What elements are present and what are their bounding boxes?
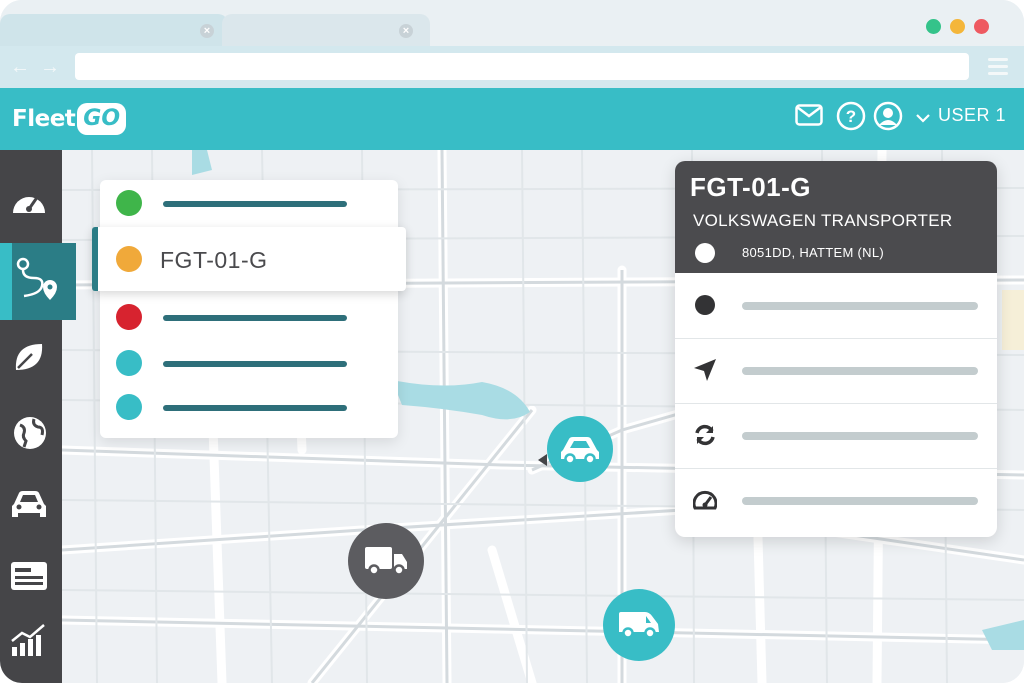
detail-value-placeholder [742, 432, 978, 440]
detail-row-speed [675, 468, 997, 533]
globe-icon[interactable] [12, 415, 48, 456]
app-header [0, 88, 1024, 150]
browser-window: × × ← → Fleet GO ? USER 1 FGT-01-G FGT-0… [0, 0, 1024, 683]
chart-icon[interactable] [10, 623, 48, 662]
back-arrow-icon[interactable]: ← [10, 56, 30, 79]
status-dot-orange [116, 246, 142, 272]
browser-tab-1[interactable] [0, 14, 228, 48]
marker-pointer [538, 454, 547, 466]
detail-row-status [675, 273, 997, 339]
car-icon [561, 437, 599, 464]
navigation-arrow-icon [694, 359, 716, 381]
mail-icon[interactable] [795, 104, 823, 131]
window-minimize-button[interactable] [950, 19, 965, 34]
user-icon[interactable] [873, 101, 903, 136]
vehicle-list-item-selected[interactable]: FGT-01-G [92, 227, 406, 291]
tab-strip: × × [0, 0, 1024, 48]
truck-icon [365, 547, 407, 576]
vehicle-model: VOLKSWAGEN TRANSPORTER [693, 211, 953, 230]
map-marker-van[interactable] [603, 589, 675, 661]
status-dot-teal [116, 350, 142, 376]
vehicle-plate-label: FGT-01-G [160, 247, 268, 273]
selected-indicator [92, 227, 98, 291]
tab-close-icon[interactable]: × [200, 24, 214, 38]
detail-row-direction [675, 338, 997, 404]
vehicle-list-item[interactable] [100, 350, 398, 396]
status-dot-red [116, 304, 142, 330]
map-marker-truck[interactable] [348, 523, 424, 599]
status-dot-green [116, 190, 142, 216]
card-icon[interactable] [10, 561, 48, 596]
window-close-button[interactable] [974, 19, 989, 34]
speedometer-icon[interactable] [10, 186, 48, 221]
vehicle-detail-panel: FGT-01-G VOLKSWAGEN TRANSPORTER 8051DD, … [675, 161, 997, 537]
vehicle-list-panel [100, 180, 398, 438]
location-dot-icon [695, 243, 715, 263]
address-bar-row: ← → [0, 46, 1024, 88]
vehicle-plate: FGT-01-G [690, 172, 812, 202]
vehicle-detail-header: FGT-01-G VOLKSWAGEN TRANSPORTER 8051DD, … [675, 161, 997, 273]
detail-value-placeholder [742, 497, 978, 505]
vehicle-name-placeholder [163, 201, 347, 207]
status-dot-teal [116, 394, 142, 420]
leaf-icon[interactable] [12, 340, 46, 379]
tab-close-icon[interactable]: × [399, 24, 413, 38]
forward-arrow-icon[interactable]: → [40, 56, 60, 79]
logo-text-go: GO [77, 103, 127, 135]
fleetgo-logo: Fleet GO [12, 101, 127, 137]
map-marker-car[interactable] [547, 416, 613, 482]
logo-text-fleet: Fleet [12, 106, 76, 132]
vehicle-list-item[interactable] [100, 180, 398, 226]
svg-text:?: ? [846, 107, 856, 126]
detail-value-placeholder [742, 367, 978, 375]
help-icon[interactable]: ? [836, 101, 866, 136]
van-icon [619, 612, 659, 639]
vehicle-list-item[interactable] [100, 304, 398, 350]
vehicle-list-item[interactable] [100, 394, 398, 438]
dot-icon [695, 295, 715, 315]
url-input[interactable] [75, 53, 969, 80]
window-maximize-button[interactable] [926, 19, 941, 34]
route-icon[interactable] [14, 256, 62, 309]
detail-value-placeholder [742, 302, 978, 310]
vehicle-name-placeholder [163, 315, 347, 321]
vehicle-name-placeholder [163, 405, 347, 411]
car-icon[interactable] [10, 488, 48, 525]
active-indicator [0, 243, 12, 320]
vehicle-name-placeholder [163, 361, 347, 367]
chevron-down-icon[interactable] [916, 110, 930, 128]
gauge-icon [693, 490, 717, 510]
user-menu-label[interactable]: USER 1 [938, 105, 1006, 126]
vehicle-address: 8051DD, HATTEM (NL) [742, 245, 884, 260]
detail-row-sync [675, 403, 997, 469]
browser-menu-icon[interactable] [988, 58, 1008, 79]
refresh-icon [695, 424, 715, 446]
